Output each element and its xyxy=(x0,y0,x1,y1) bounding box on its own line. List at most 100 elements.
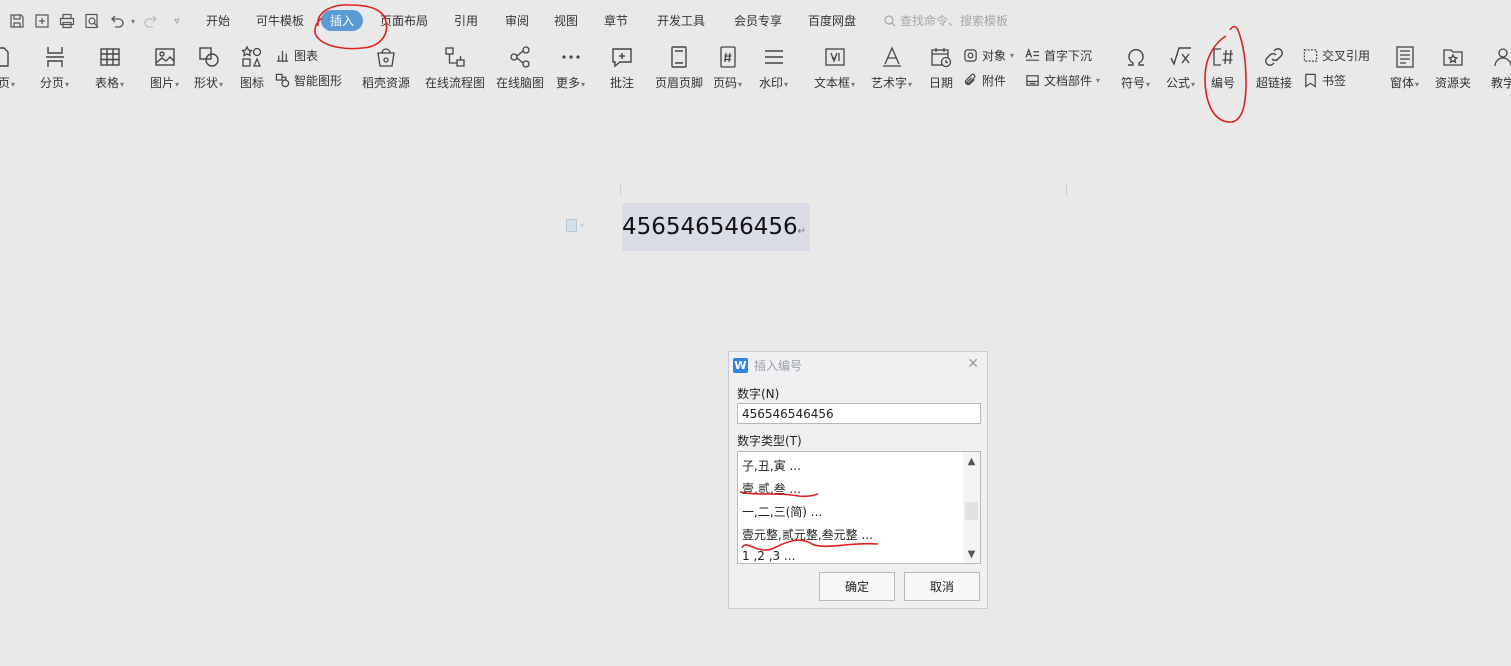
date-button[interactable]: 日期 xyxy=(928,44,954,91)
scrollbar-thumb[interactable] xyxy=(965,502,978,520)
list-item[interactable]: 子,丑,寅 ... xyxy=(742,457,801,474)
form-button[interactable]: 窗体▾ xyxy=(1390,44,1419,91)
hyperlink-button[interactable]: 超链接 xyxy=(1256,44,1292,91)
comment-icon xyxy=(609,44,635,70)
chevron-up-icon[interactable]: ▲ xyxy=(963,454,980,468)
numbering-icon xyxy=(1210,44,1236,70)
tab-review[interactable]: 审阅 xyxy=(505,12,529,29)
ok-button[interactable]: 确定 xyxy=(819,572,895,601)
chart-icon xyxy=(276,50,289,62)
docer-resource-button[interactable]: 稻壳资源 xyxy=(362,44,410,91)
watermark-button[interactable]: 水印▾ xyxy=(759,44,788,91)
smart-graphic-button[interactable]: 智能图形 xyxy=(275,72,342,89)
number-label: 数字(N) xyxy=(737,387,780,401)
textbox-button[interactable]: 文本框▾ xyxy=(814,44,855,91)
page-break-icon xyxy=(42,44,68,70)
list-item[interactable]: 壹,贰,叁 ... xyxy=(742,480,801,497)
tab-view[interactable]: 视图 xyxy=(554,12,578,29)
save-icon[interactable] xyxy=(8,12,26,30)
search-icon xyxy=(884,14,896,26)
undo-dropdown-icon[interactable]: ▾ xyxy=(124,12,142,30)
teaching-button[interactable]: 教学 xyxy=(1490,44,1511,91)
menu-bar: ▾ ▿ 开始 可牛模板 插入 页面布局 引用 审阅 视图 章节 开发工具 会员专… xyxy=(0,0,1511,40)
picture-icon xyxy=(152,44,178,70)
redo-icon[interactable] xyxy=(142,12,160,30)
flowchart-icon xyxy=(442,44,468,70)
print-icon[interactable] xyxy=(58,12,76,30)
icons-button[interactable]: 图标 xyxy=(239,44,265,91)
formula-button[interactable]: 公式▾ xyxy=(1166,44,1195,91)
tab-template[interactable]: 可牛模板 xyxy=(256,12,304,29)
flowchart-button[interactable]: 在线流程图 xyxy=(425,44,485,91)
mindmap-button[interactable]: 在线脑图 xyxy=(496,44,544,91)
numbering-button[interactable]: 编号 xyxy=(1210,44,1236,91)
attachment-button[interactable]: 附件 xyxy=(963,72,1006,89)
blank-page-icon xyxy=(0,44,14,70)
cross-reference-icon xyxy=(1303,49,1318,62)
mindmap-icon xyxy=(507,44,533,70)
resource-folder-button[interactable]: 资源夹 xyxy=(1435,44,1471,91)
number-type-list[interactable]: 子,丑,寅 ... 壹,贰,叁 ... 一,二,三(简) ... 壹元整,贰元整… xyxy=(737,451,981,564)
date-icon xyxy=(928,44,954,70)
picture-button[interactable]: 图片▾ xyxy=(150,44,179,91)
doc-parts-button[interactable]: 文档部件 ▾ xyxy=(1025,72,1100,89)
doc-parts-icon xyxy=(1026,75,1039,86)
header-footer-icon xyxy=(666,44,692,70)
teaching-icon xyxy=(1490,44,1511,70)
tab-section[interactable]: 章节 xyxy=(604,12,628,29)
header-footer-button[interactable]: 页眉页脚 xyxy=(655,44,703,91)
export-icon[interactable] xyxy=(33,12,51,30)
chart-button[interactable]: 图表 xyxy=(275,47,318,64)
more-icon xyxy=(558,44,584,70)
shapes-icon xyxy=(196,44,222,70)
page-break-button[interactable]: 分页▾ xyxy=(40,44,69,91)
cancel-button[interactable]: 取消 xyxy=(904,572,980,601)
object-icon xyxy=(964,49,977,62)
tab-references[interactable]: 引用 xyxy=(454,12,478,29)
command-search[interactable]: 查找命令、搜索模板 xyxy=(884,12,1008,29)
page-corner-mark xyxy=(620,184,621,196)
tab-page-layout[interactable]: 页面布局 xyxy=(380,12,428,29)
form-icon xyxy=(1392,44,1418,70)
dialog-title: 插入编号 xyxy=(754,359,803,373)
page-corner-mark xyxy=(1066,184,1067,196)
tab-developer[interactable]: 开发工具 xyxy=(657,12,705,29)
print-preview-icon[interactable] xyxy=(83,12,101,30)
page-number-button[interactable]: 页码▾ xyxy=(713,44,742,91)
watermark-icon xyxy=(761,44,787,70)
omega-icon xyxy=(1123,44,1149,70)
bookmark-button[interactable]: 书签 xyxy=(1303,72,1346,89)
list-item[interactable]: 壹元整,贰元整,叁元整 ... xyxy=(742,526,873,543)
list-item[interactable]: 1 ,2 ,3 ... xyxy=(742,549,795,563)
close-icon[interactable]: ✕ xyxy=(967,356,979,372)
hyperlink-icon xyxy=(1261,44,1287,70)
tab-baidu-netdisk[interactable]: 百度网盘 xyxy=(808,12,856,29)
customize-quick-access-icon[interactable]: ▿ xyxy=(168,12,186,30)
object-button[interactable]: 对象 ▾ xyxy=(963,47,1014,64)
chevron-down-icon: ▾ xyxy=(580,221,584,230)
selected-document-text[interactable]: 456546546456↵ xyxy=(622,203,810,251)
blank-page-button[interactable]: 白页▾ xyxy=(0,44,15,91)
table-button[interactable]: 表格▾ xyxy=(95,44,124,91)
resource-folder-icon xyxy=(1440,44,1466,70)
chevron-down-icon[interactable]: ▼ xyxy=(963,547,980,561)
drop-cap-button[interactable]: 首字下沉 xyxy=(1025,47,1092,64)
list-item[interactable]: 一,二,三(简) ... xyxy=(742,503,822,520)
wordart-icon xyxy=(879,44,905,70)
more-button[interactable]: 更多▾ xyxy=(556,44,585,91)
list-scrollbar[interactable]: ▲ ▼ xyxy=(963,452,980,563)
number-input[interactable] xyxy=(737,403,981,424)
paragraph-handle[interactable]: ▾ xyxy=(566,219,584,232)
shapes-button[interactable]: 形状▾ xyxy=(194,44,223,91)
symbol-button[interactable]: 符号▾ xyxy=(1121,44,1150,91)
comment-button[interactable]: 批注 xyxy=(609,44,635,91)
wordart-button[interactable]: 艺术字▾ xyxy=(871,44,912,91)
tab-member[interactable]: 会员专享 xyxy=(734,12,782,29)
tab-insert[interactable]: 插入 xyxy=(321,10,364,31)
search-placeholder: 查找命令、搜索模板 xyxy=(900,14,1009,28)
insert-numbering-dialog: W 插入编号 ✕ 数字(N) 数字类型(T) 子,丑,寅 ... 壹,贰,叁 .… xyxy=(728,351,988,609)
tab-start[interactable]: 开始 xyxy=(206,12,230,29)
paragraph-handle-icon xyxy=(566,219,577,232)
cross-reference-button[interactable]: 交叉引用 xyxy=(1303,47,1370,64)
textbox-icon xyxy=(822,44,848,70)
